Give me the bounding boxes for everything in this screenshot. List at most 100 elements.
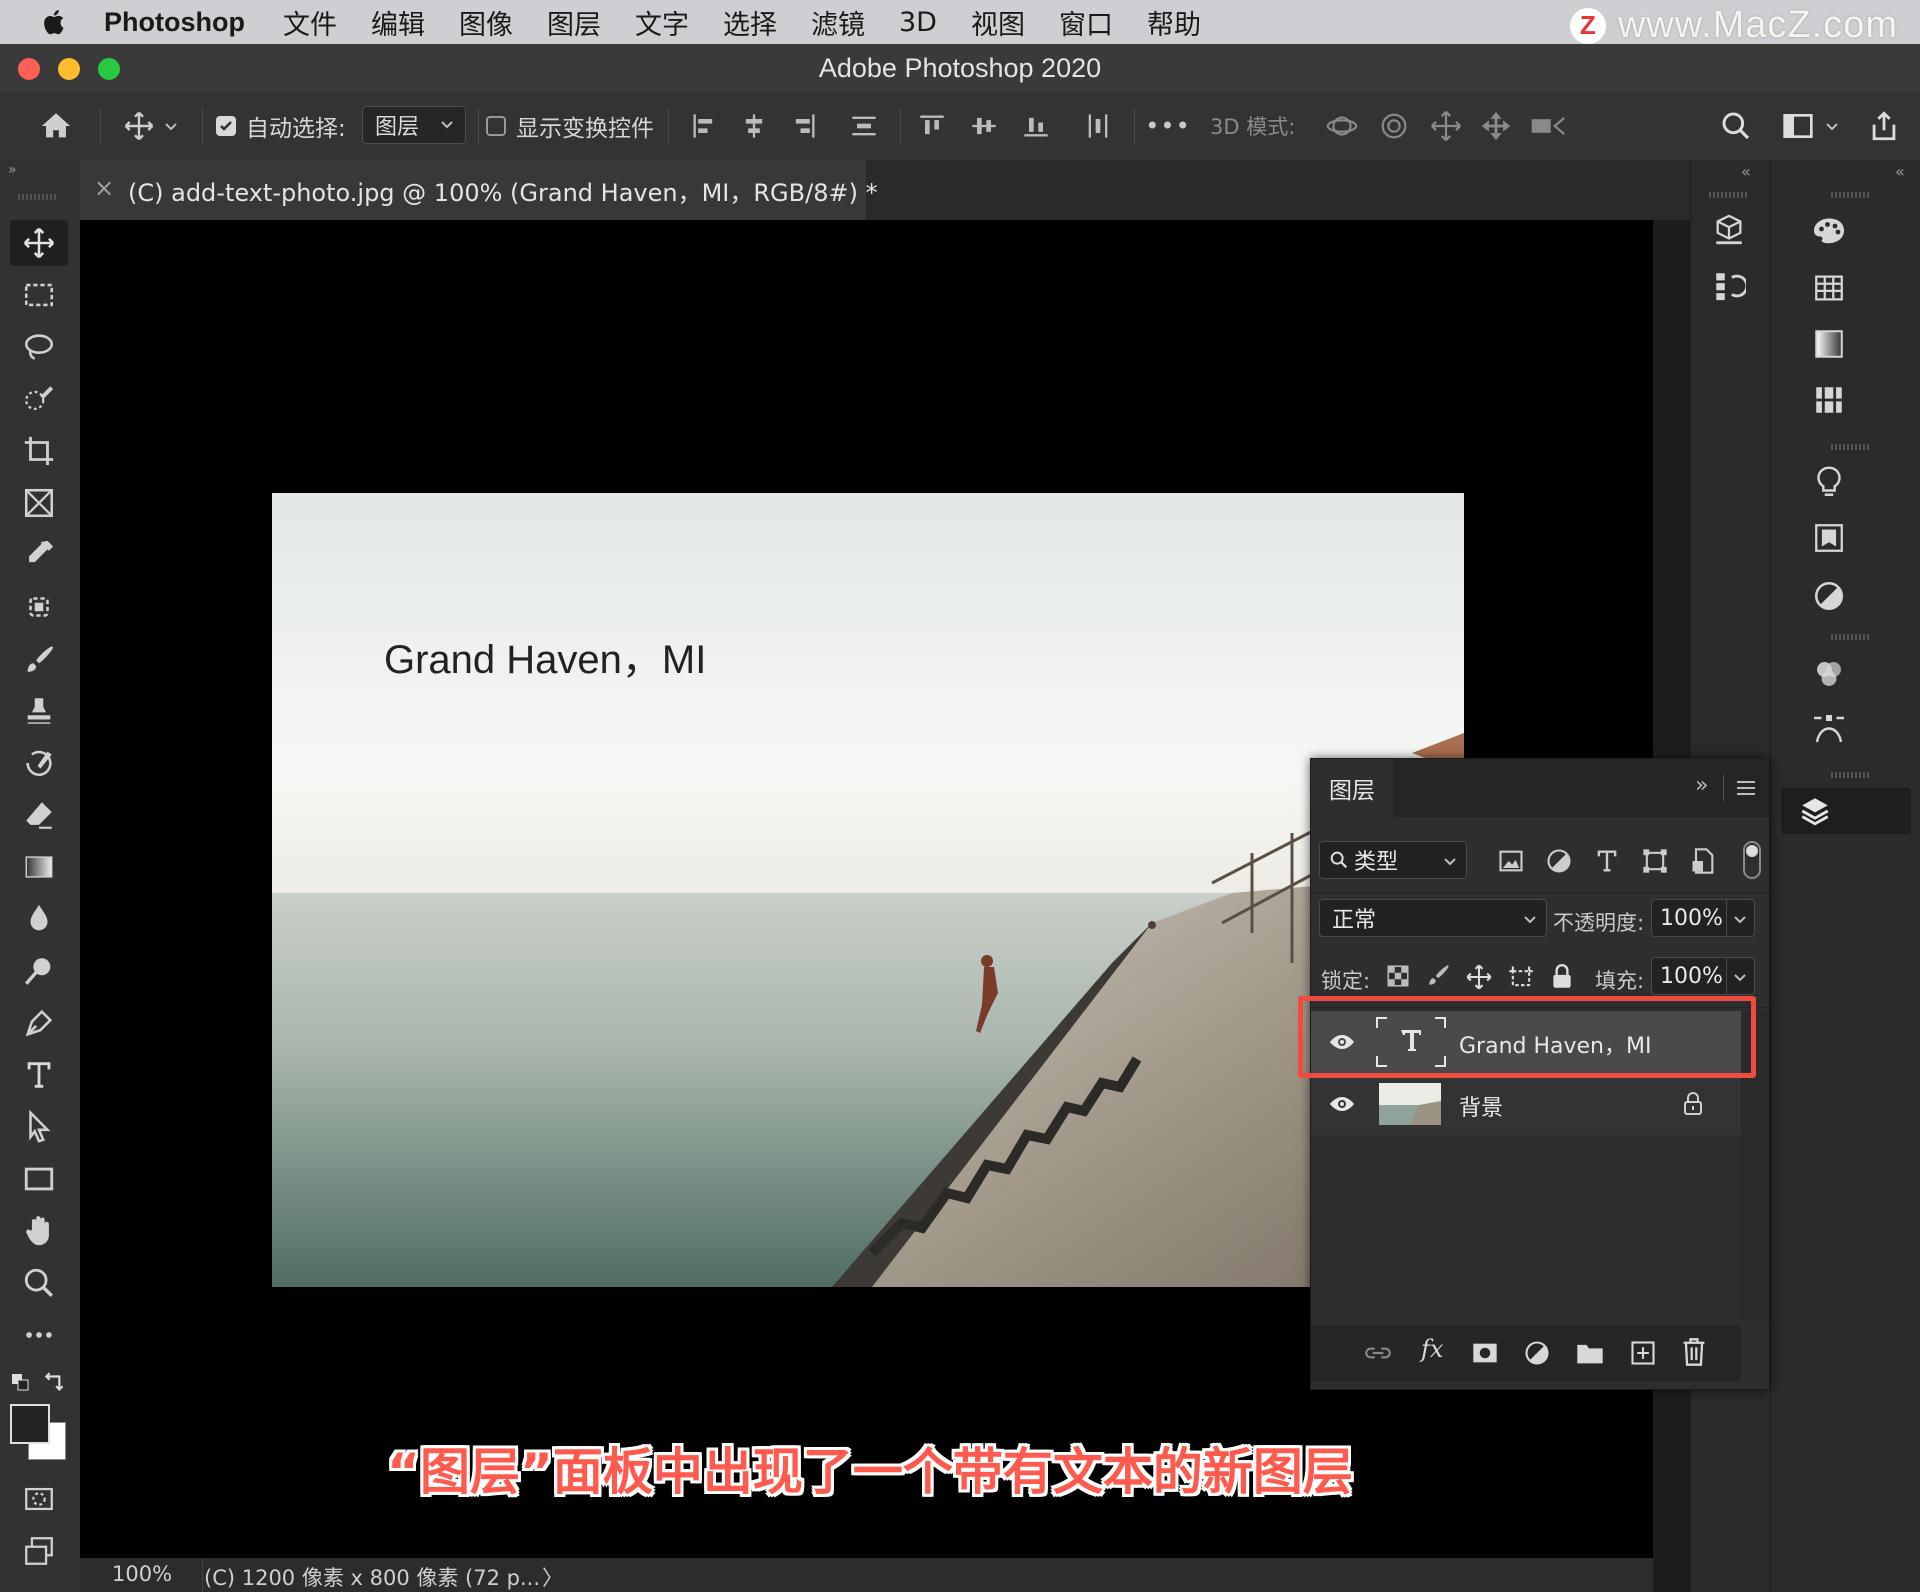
- layer-filter-dropdown[interactable]: 类型: [1319, 841, 1467, 879]
- zoom-level[interactable]: 100%: [112, 1562, 172, 1586]
- align-vertical-centers-button[interactable]: [964, 92, 1004, 160]
- menu-3d[interactable]: 3D: [899, 7, 937, 38]
- filter-toggle-switch[interactable]: [1743, 841, 1761, 879]
- 3d-slide-button[interactable]: [1474, 92, 1518, 160]
- fill-field[interactable]: 100%: [1651, 957, 1755, 995]
- menu-image[interactable]: 图像: [459, 3, 513, 42]
- clone-stamp-tool[interactable]: [10, 688, 68, 734]
- dodge-tool[interactable]: [10, 948, 68, 994]
- menu-view[interactable]: 视图: [971, 3, 1025, 42]
- 3d-orbit-button[interactable]: [1320, 92, 1364, 160]
- home-button[interactable]: [30, 92, 82, 160]
- more-options-button[interactable]: •••: [1145, 92, 1190, 160]
- patterns-panel-button[interactable]: [1807, 378, 1851, 422]
- hand-tool[interactable]: [10, 1208, 68, 1254]
- libraries-panel-button[interactable]: [1807, 516, 1851, 560]
- marquee-tool[interactable]: [10, 272, 68, 318]
- collapse-dock-icon[interactable]: «: [1741, 162, 1751, 181]
- opacity-field[interactable]: 100%: [1651, 899, 1755, 937]
- frame-tool[interactable]: [10, 480, 68, 526]
- apple-icon[interactable]: [40, 7, 70, 37]
- status-menu-arrow[interactable]: 〉: [542, 1562, 563, 1592]
- color-panel-button[interactable]: [1807, 210, 1851, 254]
- filter-adjustment-icon[interactable]: [1545, 847, 1573, 875]
- lock-transparent-pixels-icon[interactable]: [1385, 963, 1411, 989]
- move-tool-preset-picker[interactable]: [116, 92, 186, 160]
- type-tool[interactable]: [10, 1052, 68, 1098]
- new-group-icon[interactable]: [1575, 1339, 1605, 1367]
- auto-select-target-dropdown[interactable]: 图层: [362, 106, 466, 144]
- layers-panel-button[interactable]: [1781, 788, 1911, 834]
- path-selection-tool[interactable]: [10, 1104, 68, 1150]
- eraser-tool[interactable]: [10, 792, 68, 838]
- collapse-toolbar-icon[interactable]: »: [8, 162, 17, 178]
- lock-icon[interactable]: [1681, 1091, 1705, 1117]
- menu-filter[interactable]: 滤镜: [811, 3, 865, 42]
- menu-help[interactable]: 帮助: [1147, 3, 1201, 42]
- menu-window[interactable]: 窗口: [1059, 3, 1113, 42]
- menu-select[interactable]: 选择: [723, 3, 777, 42]
- 3d-scale-button[interactable]: [1526, 92, 1570, 160]
- paths-panel-button[interactable]: [1807, 708, 1851, 752]
- 3d-panel-button[interactable]: [1707, 208, 1751, 252]
- align-horizontal-centers-button[interactable]: [734, 92, 774, 160]
- link-layers-icon[interactable]: [1363, 1339, 1393, 1367]
- document-tab[interactable]: × (C) add-text-photo.jpg @ 100% (Grand H…: [80, 160, 878, 220]
- document-info[interactable]: (C) 1200 像素 x 800 像素 (72 p...: [204, 1562, 540, 1592]
- edit-toolbar-button[interactable]: [10, 1312, 68, 1358]
- channels-panel-button[interactable]: [1807, 652, 1851, 696]
- eye-visibility-icon[interactable]: [1327, 1093, 1357, 1115]
- gradients-panel-button[interactable]: [1807, 322, 1851, 366]
- expand-panel-icon[interactable]: »: [1695, 773, 1708, 798]
- move-tool[interactable]: [10, 220, 68, 266]
- panel-menu-icon[interactable]: [1735, 777, 1757, 799]
- document-image[interactable]: [272, 493, 1464, 1287]
- adjustments-panel-button[interactable]: [1807, 574, 1851, 618]
- filter-type-icon[interactable]: [1593, 847, 1621, 875]
- filter-pixel-icon[interactable]: [1497, 847, 1525, 875]
- default-colors-button[interactable]: [10, 1372, 34, 1400]
- collapse-panels-icon[interactable]: «: [1895, 162, 1905, 181]
- crop-tool[interactable]: [10, 428, 68, 474]
- new-layer-icon[interactable]: [1629, 1339, 1657, 1367]
- history-brush-tool[interactable]: [10, 740, 68, 786]
- zoom-tool[interactable]: [10, 1260, 68, 1306]
- menu-layer[interactable]: 图层: [547, 3, 601, 42]
- lock-image-pixels-icon[interactable]: [1425, 963, 1451, 989]
- distribute-horizontal-button[interactable]: [1078, 92, 1118, 160]
- align-left-edges-button[interactable]: [684, 92, 724, 160]
- brush-tool[interactable]: [10, 636, 68, 682]
- blend-mode-dropdown[interactable]: 正常: [1319, 899, 1547, 937]
- 3d-roll-button[interactable]: [1372, 92, 1416, 160]
- learn-panel-button[interactable]: [1807, 460, 1851, 504]
- show-transform-controls-checkbox[interactable]: 显示变换控件: [486, 92, 656, 160]
- canvas-text-layer[interactable]: Grand Haven，MI: [384, 627, 706, 685]
- foreground-color-swatch[interactable]: [10, 1404, 50, 1444]
- filter-smart-object-icon[interactable]: [1689, 847, 1717, 875]
- new-adjustment-layer-icon[interactable]: [1523, 1339, 1551, 1367]
- rectangle-tool[interactable]: [10, 1156, 68, 1202]
- quick-selection-tool[interactable]: [10, 376, 68, 422]
- fx-icon[interactable]: fx: [1421, 1335, 1443, 1363]
- 3d-pan-button[interactable]: [1424, 92, 1468, 160]
- lock-position-icon[interactable]: [1465, 963, 1493, 991]
- pen-tool[interactable]: [10, 1000, 68, 1046]
- distribute-vertical-button[interactable]: [844, 92, 884, 160]
- spot-healing-tool[interactable]: [10, 584, 68, 630]
- close-tab-icon[interactable]: ×: [94, 174, 114, 202]
- search-button[interactable]: [1714, 92, 1758, 160]
- menu-type[interactable]: 文字: [635, 3, 689, 42]
- menu-file[interactable]: 文件: [283, 3, 337, 42]
- align-top-edges-button[interactable]: [912, 92, 952, 160]
- blur-tool[interactable]: [10, 896, 68, 942]
- eyedropper-tool[interactable]: [10, 532, 68, 578]
- share-button[interactable]: [1862, 92, 1906, 160]
- menu-edit[interactable]: 编辑: [371, 3, 425, 42]
- lasso-tool[interactable]: [10, 324, 68, 370]
- delete-layer-icon[interactable]: [1681, 1337, 1707, 1367]
- align-right-edges-button[interactable]: [784, 92, 824, 160]
- app-name[interactable]: Photoshop: [104, 7, 245, 38]
- layers-tab[interactable]: 图层: [1311, 759, 1393, 817]
- auto-select-checkbox[interactable]: 自动选择:: [216, 92, 351, 160]
- screen-mode-button[interactable]: [10, 1528, 68, 1574]
